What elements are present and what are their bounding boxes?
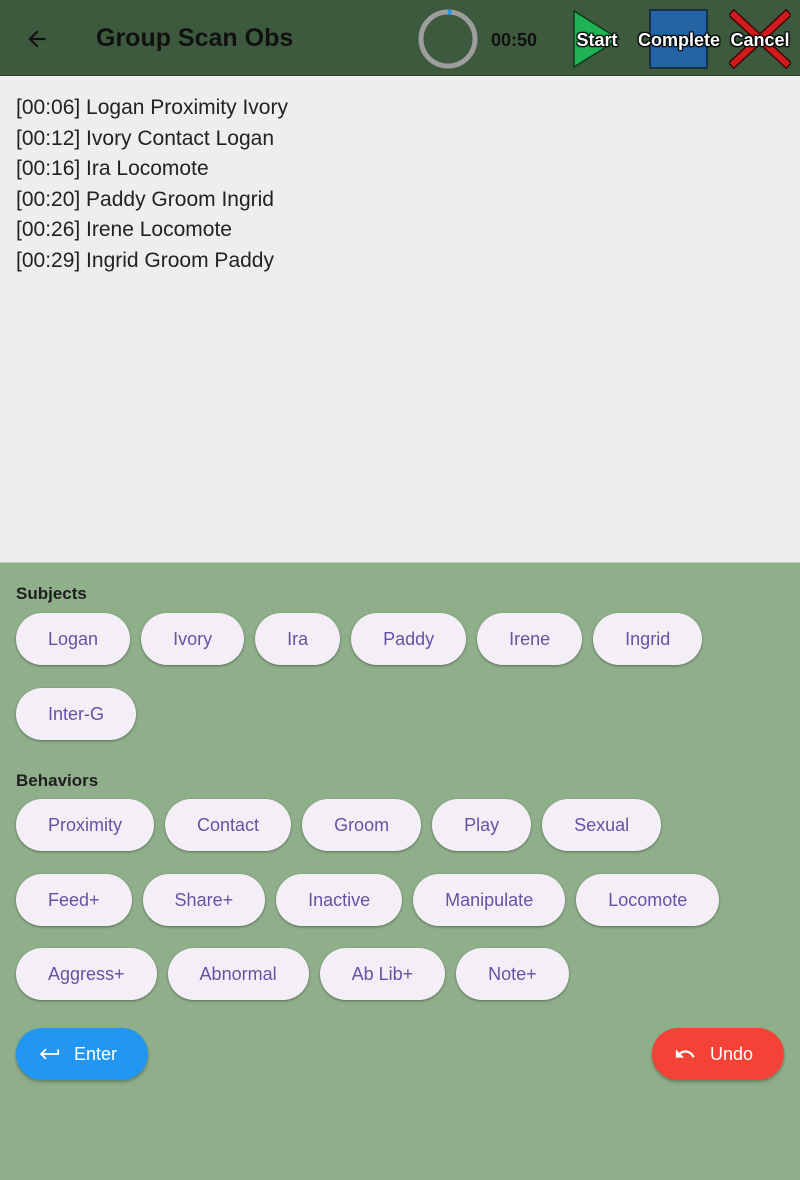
subject-chip-logan[interactable]: Logan: [16, 613, 131, 665]
progress-spinner: [418, 9, 478, 69]
subject-chip-ingrid[interactable]: Ingrid: [593, 613, 703, 665]
page-title: Group Scan Obs: [96, 24, 294, 52]
behavior-chip-aggress[interactable]: Aggress+: [16, 948, 157, 1000]
subject-chip-inter-g[interactable]: Inter-G: [16, 688, 137, 740]
subjects-row-1: Logan Ivory Ira Paddy Irene Ingrid: [16, 613, 784, 665]
complete-label: Complete: [637, 30, 720, 50]
subjects-row-2: Inter-G: [16, 688, 784, 740]
back-button[interactable]: [18, 20, 56, 58]
subjects-heading: Subjects: [16, 584, 87, 603]
log-entry: [00:20] Paddy Groom Ingrid: [16, 187, 274, 211]
cancel-button[interactable]: Cancel: [729, 9, 791, 69]
behavior-chip-ab-lib[interactable]: Ab Lib+: [319, 948, 446, 1000]
log-entry: [00:29] Ingrid Groom Paddy: [16, 248, 274, 272]
enter-label: Enter: [74, 1043, 118, 1064]
undo-button[interactable]: Undo: [652, 1028, 784, 1080]
timer-display: 00:50: [491, 30, 538, 50]
subject-chip-irene[interactable]: Irene: [477, 613, 583, 665]
behavior-chip-sexual[interactable]: Sexual: [542, 799, 662, 851]
start-button[interactable]: Start: [572, 9, 622, 69]
behavior-chip-inactive[interactable]: Inactive: [276, 874, 403, 926]
subject-chip-paddy[interactable]: Paddy: [351, 613, 467, 665]
behaviors-row-1: Proximity Contact Groom Play Sexual: [16, 799, 784, 851]
behaviors-heading: Behaviors: [16, 771, 99, 790]
app-bar: Group Scan Obs 00:50 Start Complete Canc…: [0, 0, 800, 76]
behavior-chip-manipulate[interactable]: Manipulate: [413, 874, 566, 926]
observation-log[interactable]: [00:06] Logan Proximity Ivory [00:12] Iv…: [0, 76, 800, 563]
enter-button[interactable]: Enter: [16, 1028, 148, 1080]
behavior-chip-note[interactable]: Note+: [456, 948, 569, 1000]
start-label: Start: [576, 30, 618, 50]
behavior-chip-locomote[interactable]: Locomote: [576, 874, 720, 926]
behavior-chip-abnormal[interactable]: Abnormal: [167, 948, 309, 1000]
behavior-chip-share[interactable]: Share+: [142, 874, 266, 926]
arrow-back-icon: [28, 30, 46, 48]
undo-label: Undo: [710, 1043, 754, 1064]
log-entry: [00:26] Irene Locomote: [16, 218, 232, 242]
behavior-chip-play[interactable]: Play: [432, 799, 532, 851]
subject-chip-ivory[interactable]: Ivory: [141, 613, 245, 665]
undo-icon: [675, 1049, 695, 1058]
behavior-chip-proximity[interactable]: Proximity: [16, 799, 155, 851]
keyboard-return-icon: [39, 1048, 60, 1060]
behavior-chip-groom[interactable]: Groom: [302, 799, 422, 851]
behavior-chip-contact[interactable]: Contact: [165, 799, 292, 851]
log-entry: [00:12] Ivory Contact Logan: [16, 126, 274, 150]
behavior-chip-feed[interactable]: Feed+: [16, 874, 132, 926]
complete-button[interactable]: Complete: [637, 9, 721, 69]
log-entry: [00:16] Ira Locomote: [16, 157, 209, 181]
subject-chip-ira[interactable]: Ira: [255, 613, 341, 665]
log-entry: [00:06] Logan Proximity Ivory: [16, 96, 288, 119]
behaviors-row-3: Aggress+ Abnormal Ab Lib+ Note+: [16, 948, 784, 1000]
cancel-label: Cancel: [730, 30, 790, 50]
behaviors-row-2: Feed+ Share+ Inactive Manipulate Locomot…: [16, 874, 784, 926]
